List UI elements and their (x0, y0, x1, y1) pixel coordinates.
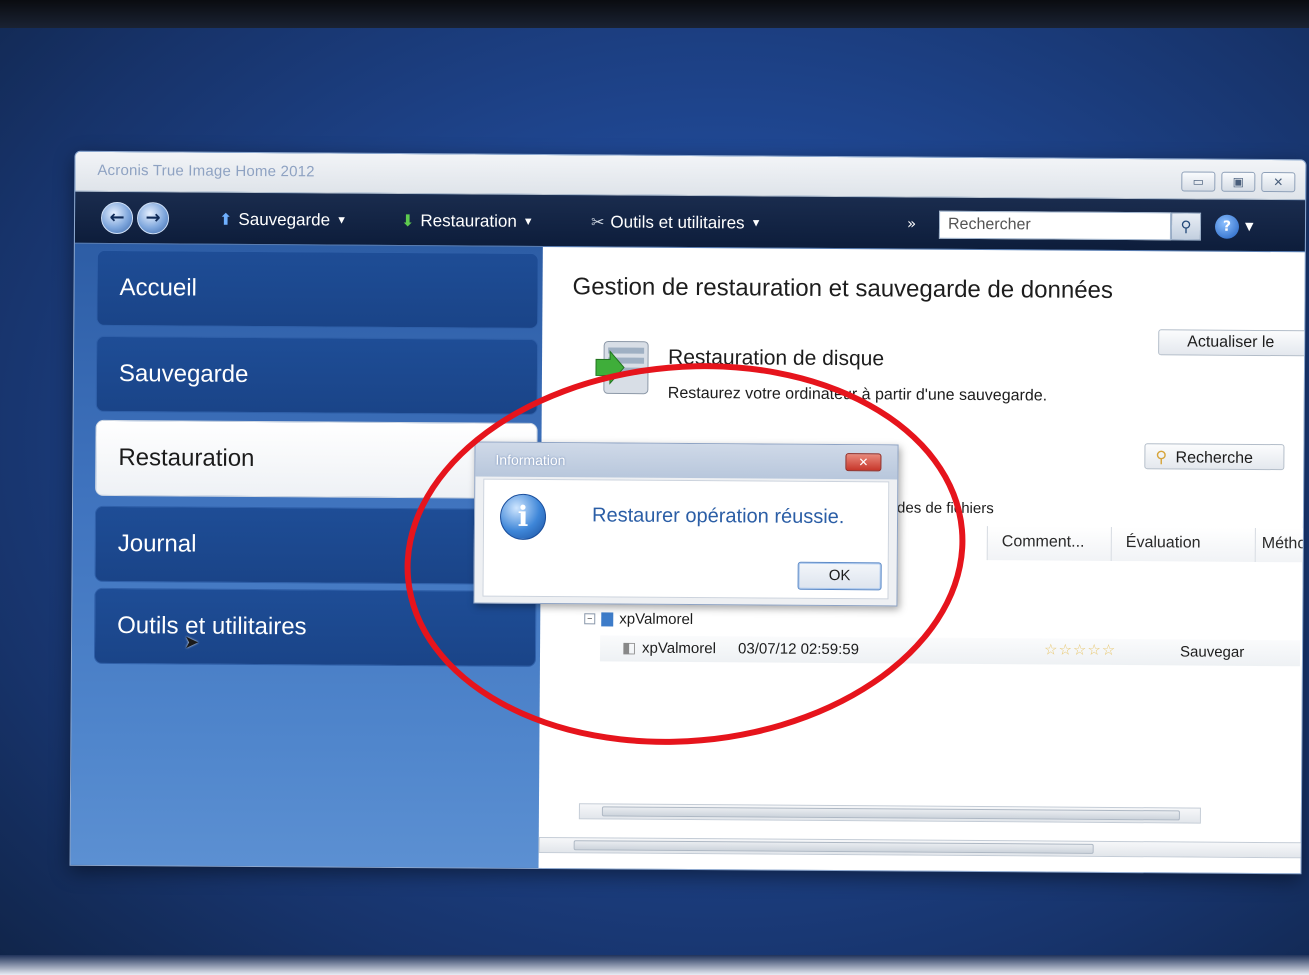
sidebar-item-label: Sauvegarde (118, 360, 249, 388)
search-input[interactable]: Rechercher (938, 210, 1172, 241)
search-backups-button[interactable]: ⚲ Recherche (1144, 443, 1285, 471)
maximize-button[interactable]: ▣ (1221, 171, 1256, 192)
sidebar-item-label: Outils et utilitaires (117, 612, 307, 641)
chevron-down-icon: ▼ (336, 214, 348, 227)
help-icon[interactable]: ? (1214, 214, 1240, 239)
column-header-comment[interactable]: Comment... (986, 526, 1111, 561)
window-title: Acronis True Image Home 2012 (97, 161, 315, 181)
more-chevrons-icon[interactable]: » (907, 215, 916, 233)
minimize-button[interactable]: ▭ (1181, 171, 1216, 192)
page-title: Gestion de restauration et sauvegarde de… (572, 273, 1114, 304)
sidebar-item-backup[interactable]: Sauvegarde (95, 335, 539, 415)
back-arrow-icon[interactable]: ← (100, 201, 134, 235)
search-backups-label: Recherche (1175, 449, 1253, 467)
sidebar-item-label: Journal (117, 530, 197, 558)
window-controls: ▭ ▣ ✕ (1181, 171, 1296, 193)
tools-icon: ✂ (590, 214, 605, 232)
toolbar-backup-menu[interactable]: ⬆ Sauvegarde ▼ (219, 210, 347, 231)
toolbar-tools-menu[interactable]: ✂ Outils et utilitaires ▼ (591, 212, 762, 233)
refresh-button[interactable]: Actualiser le (1158, 329, 1307, 357)
scrollbar-thumb[interactable] (601, 806, 1180, 821)
backup-icon: ⬆ (218, 211, 233, 229)
toolbar-restore-menu[interactable]: ⬇ Restauration ▼ (401, 211, 534, 232)
column-header-method[interactable]: Méthode (1254, 527, 1307, 563)
help-chevron-down-icon[interactable]: ▼ (1245, 220, 1254, 233)
mouse-cursor-icon: ➤ (184, 632, 200, 653)
monitor-bezel-top (0, 0, 1309, 28)
toolbar: ← → ⬆ Sauvegarde ▼ ⬇ Restauration ▼ ✂ Ou… (74, 191, 1306, 253)
column-header-rating[interactable]: Évaluation (1110, 526, 1255, 562)
close-button[interactable]: ✕ (1261, 171, 1296, 193)
toolbar-tools-label: Outils et utilitaires (610, 212, 745, 233)
scrollbar-thumb[interactable] (573, 840, 1094, 854)
row-method: Sauvegar (1179, 643, 1245, 661)
horizontal-scrollbar-main[interactable] (538, 836, 1303, 859)
forward-arrow-icon[interactable]: → (136, 202, 170, 235)
chevron-down-icon: ▼ (750, 217, 762, 230)
monitor-bezel-bottom (0, 955, 1309, 975)
restore-icon: ⬇ (400, 212, 415, 231)
toolbar-backup-label: Sauvegarde (238, 209, 331, 230)
rating-stars[interactable]: ☆☆☆☆☆ (1044, 640, 1116, 659)
sidebar-item-home[interactable]: Accueil (96, 249, 539, 329)
magnifier-icon: ⚲ (1155, 449, 1168, 467)
toolbar-restore-label: Restauration (420, 211, 517, 231)
sidebar-item-label: Restauration (118, 444, 255, 472)
chevron-down-icon: ▼ (522, 215, 534, 228)
horizontal-scrollbar[interactable] (578, 803, 1201, 824)
sidebar-item-label: Accueil (119, 274, 198, 302)
search-icon[interactable]: ⚲ (1170, 212, 1202, 241)
